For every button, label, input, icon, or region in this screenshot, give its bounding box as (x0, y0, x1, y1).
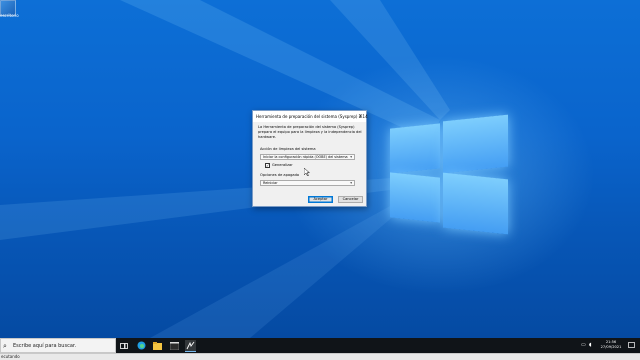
shutdown-options-value: Reiniciar (263, 181, 278, 185)
status-text: ecutando (1, 354, 20, 359)
search-placeholder: Escribe aquí para buscar. (13, 343, 77, 349)
host-status-bar: ecutando (0, 353, 640, 360)
windows-logo-pane-tl (390, 123, 440, 174)
system-tray: ▭ ◖ (578, 338, 598, 353)
windows-logo-pane-br (443, 172, 508, 235)
taskbar-clock[interactable]: 21:56 27/09/2021 (598, 340, 624, 350)
cleanup-action-select[interactable]: Iniciar la configuración rápida (OOBE) d… (260, 154, 355, 160)
shutdown-options-select[interactable]: Reiniciar ▾ (260, 180, 355, 186)
dialog-titlebar[interactable]: Herramienta de preparación del sistema (… (253, 111, 368, 122)
dialog-title: Herramienta de preparación del sistema (… (256, 114, 368, 119)
task-view-icon[interactable] (118, 340, 129, 351)
edge-icon[interactable] (136, 340, 147, 351)
network-icon[interactable]: ▭ (581, 341, 586, 349)
windows-logo-pane-bl (390, 172, 440, 223)
desktop-shortcut-label: escritorio (0, 13, 19, 18)
close-button[interactable]: ✕ (357, 113, 364, 120)
sysprep-icon[interactable] (185, 340, 196, 352)
cleanup-action-label: Acción de limpieza del sistema (260, 147, 316, 151)
file-explorer-icon[interactable] (152, 340, 163, 351)
ok-button[interactable]: Aceptar (308, 196, 333, 203)
terminal-icon[interactable] (169, 340, 180, 351)
chevron-down-icon: ▾ (350, 155, 352, 159)
generalize-checkbox[interactable]: ✓ (265, 163, 270, 168)
shutdown-options-label: Opciones de apagado (260, 173, 300, 177)
taskbar-search-box[interactable]: ⌕ Escribe aquí para buscar. (0, 338, 116, 353)
wallpaper-beam (330, 0, 450, 120)
windows-logo-pane-tr (443, 114, 508, 174)
generalize-label: Generalizar (272, 163, 293, 167)
search-icon: ⌕ (3, 342, 7, 350)
volume-icon[interactable]: ◖ (589, 341, 592, 349)
cancel-button[interactable]: Cancelar (338, 196, 363, 203)
notification-icon[interactable] (626, 340, 636, 351)
dialog-description: La Herramienta de preparación del sistem… (258, 125, 362, 139)
chevron-down-icon: ▾ (350, 181, 352, 185)
sysprep-dialog: Herramienta de preparación del sistema (… (252, 110, 368, 207)
clock-date: 27/09/2021 (600, 345, 622, 349)
wallpaper-beam (150, 205, 395, 338)
mouse-cursor-icon (304, 168, 310, 176)
taskbar: ⌕ Escribe aquí para buscar. ▭ ◖ 21:56 27… (0, 338, 640, 353)
cleanup-action-value: Iniciar la configuración rápida (OOBE) d… (263, 155, 348, 159)
